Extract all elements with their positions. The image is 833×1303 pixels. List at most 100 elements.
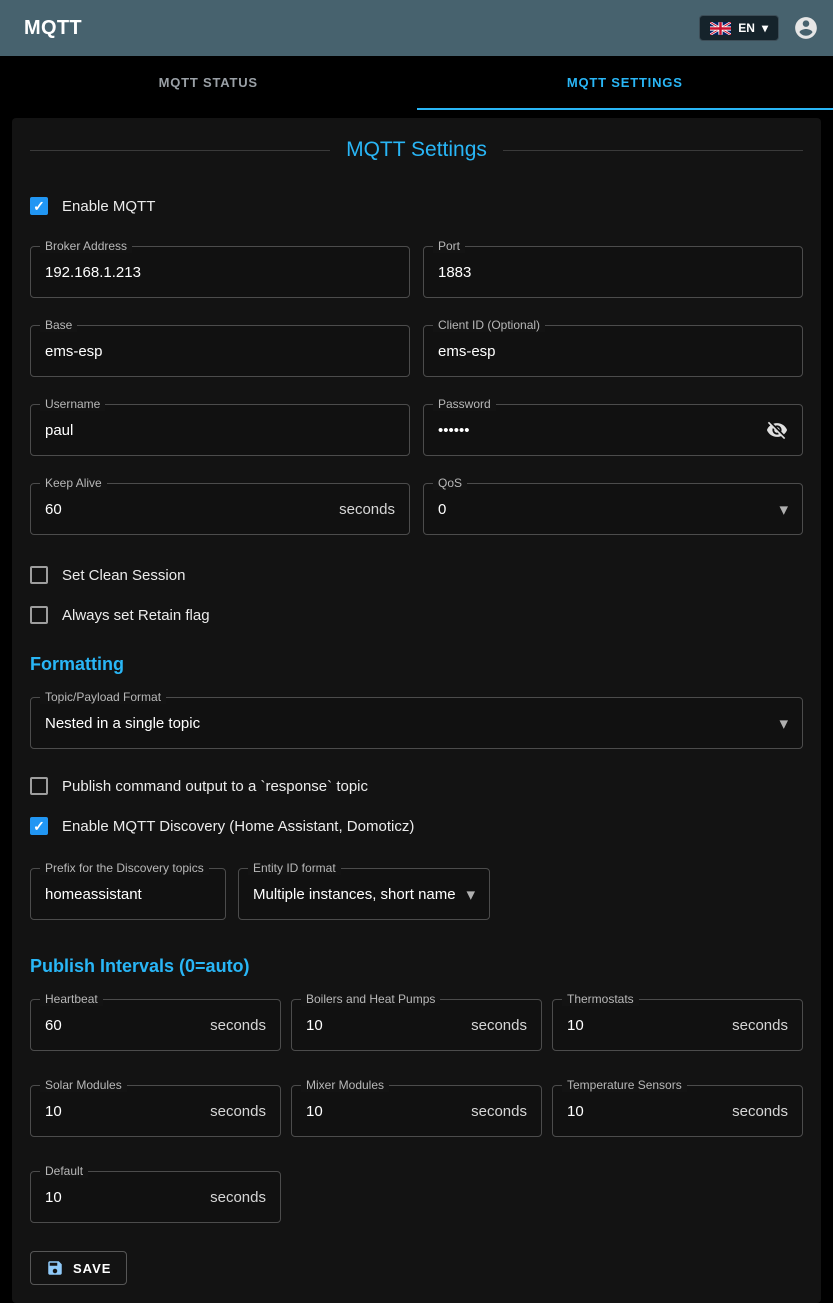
topic-format-value: Nested in a single topic	[45, 715, 771, 732]
app-title: MQTT	[24, 17, 82, 40]
save-icon	[46, 1259, 64, 1277]
mixer-label: Mixer Modules	[301, 1078, 389, 1092]
retain-flag-checkbox[interactable]: Always set Retain flag	[30, 603, 803, 627]
checkbox-checked-icon: ✓	[30, 197, 48, 215]
keep-alive-field[interactable]: Keep Alive 60 seconds	[30, 483, 410, 535]
port-field[interactable]: Port 1883	[423, 246, 803, 298]
temperature-sensors-value: 10	[567, 1103, 724, 1120]
clean-session-label: Set Clean Session	[62, 567, 185, 584]
dropdown-caret-icon: ▾	[466, 886, 475, 903]
publish-intervals-heading: Publish Intervals (0=auto)	[30, 956, 803, 977]
temperature-sensors-interval-field[interactable]: Temperature Sensors 10 seconds	[552, 1085, 803, 1137]
discovery-options-row: Prefix for the Discovery topics homeassi…	[30, 868, 803, 920]
mixer-value: 10	[306, 1103, 463, 1120]
discovery-prefix-label: Prefix for the Discovery topics	[40, 861, 209, 875]
broker-port-row: Broker Address 192.168.1.213 Port 1883	[30, 246, 803, 298]
checkbox-checked-icon: ✓	[30, 817, 48, 835]
default-value: 10	[45, 1189, 202, 1206]
solar-label: Solar Modules	[40, 1078, 127, 1092]
base-clientid-row: Base ems-esp Client ID (Optional) ems-es…	[30, 325, 803, 377]
solar-suffix: seconds	[210, 1103, 266, 1120]
heartbeat-suffix: seconds	[210, 1017, 266, 1034]
mqtt-app: MQTT EN ▾ MQTT STATUS MQTT	[0, 0, 833, 1303]
entity-id-format-select[interactable]: Entity ID format Multiple instances, sho…	[238, 868, 490, 920]
boilers-value: 10	[306, 1017, 463, 1034]
heartbeat-value: 60	[45, 1017, 202, 1034]
divider-line	[30, 150, 330, 151]
qos-select[interactable]: QoS 0 ▾	[423, 483, 803, 535]
mixer-suffix: seconds	[471, 1103, 527, 1120]
password-label: Password	[433, 397, 496, 411]
discovery-prefix-field[interactable]: Prefix for the Discovery topics homeassi…	[30, 868, 226, 920]
qos-value: 0	[438, 501, 771, 518]
keep-alive-suffix: seconds	[339, 501, 395, 518]
base-label: Base	[40, 318, 77, 332]
username-field[interactable]: Username paul	[30, 404, 410, 456]
default-label: Default	[40, 1164, 88, 1178]
discovery-prefix-value: homeassistant	[45, 886, 211, 903]
thermostats-label: Thermostats	[562, 992, 639, 1006]
mqtt-settings-card: MQTT Settings ✓ Enable MQTT Broker Addre…	[12, 118, 821, 1303]
appbar-actions: EN ▾	[699, 15, 819, 41]
language-label: EN	[738, 21, 755, 35]
mqtt-discovery-label: Enable MQTT Discovery (Home Assistant, D…	[62, 818, 414, 835]
boilers-label: Boilers and Heat Pumps	[301, 992, 440, 1006]
chevron-down-icon: ▾	[762, 21, 768, 35]
retain-flag-label: Always set Retain flag	[62, 607, 210, 624]
default-suffix: seconds	[210, 1189, 266, 1206]
formatting-heading: Formatting	[30, 654, 803, 675]
port-value: 1883	[438, 264, 788, 281]
temperature-sensors-label: Temperature Sensors	[562, 1078, 687, 1092]
username-password-row: Username paul Password ••••••	[30, 404, 803, 456]
thermostats-value: 10	[567, 1017, 724, 1034]
thermostats-interval-field[interactable]: Thermostats 10 seconds	[552, 999, 803, 1051]
enable-mqtt-label: Enable MQTT	[62, 198, 155, 215]
topic-format-label: Topic/Payload Format	[40, 690, 166, 704]
keep-alive-label: Keep Alive	[40, 476, 107, 490]
boilers-interval-field[interactable]: Boilers and Heat Pumps 10 seconds	[291, 999, 542, 1051]
save-row: SAVE	[30, 1251, 803, 1285]
heartbeat-label: Heartbeat	[40, 992, 103, 1006]
user-avatar-icon[interactable]	[793, 15, 819, 41]
enable-mqtt-checkbox[interactable]: ✓ Enable MQTT	[30, 194, 803, 218]
broker-address-value: 192.168.1.213	[45, 264, 395, 281]
clean-session-checkbox[interactable]: Set Clean Session	[30, 563, 803, 587]
app-bar: MQTT EN ▾	[0, 0, 833, 56]
broker-address-field[interactable]: Broker Address 192.168.1.213	[30, 246, 410, 298]
publish-intervals-grid: Heartbeat 60 seconds Boilers and Heat Pu…	[30, 999, 803, 1223]
response-topic-checkbox[interactable]: Publish command output to a `response` t…	[30, 774, 803, 798]
topic-payload-format-select[interactable]: Topic/Payload Format Nested in a single …	[30, 697, 803, 749]
keepalive-qos-row: Keep Alive 60 seconds QoS 0 ▾	[30, 483, 803, 535]
client-id-field[interactable]: Client ID (Optional) ems-esp	[423, 325, 803, 377]
base-value: ems-esp	[45, 343, 395, 360]
response-topic-label: Publish command output to a `response` t…	[62, 778, 368, 795]
base-field[interactable]: Base ems-esp	[30, 325, 410, 377]
uk-flag-icon	[710, 22, 731, 35]
solar-interval-field[interactable]: Solar Modules 10 seconds	[30, 1085, 281, 1137]
page-title: MQTT Settings	[346, 138, 487, 162]
dropdown-caret-icon: ▾	[779, 501, 788, 518]
page-title-divider: MQTT Settings	[30, 138, 803, 162]
default-interval-field[interactable]: Default 10 seconds	[30, 1171, 281, 1223]
entity-id-format-value: Multiple instances, short name	[253, 886, 458, 903]
save-button[interactable]: SAVE	[30, 1251, 127, 1285]
heartbeat-interval-field[interactable]: Heartbeat 60 seconds	[30, 999, 281, 1051]
mqtt-discovery-checkbox[interactable]: ✓ Enable MQTT Discovery (Home Assistant,…	[30, 814, 803, 838]
boilers-suffix: seconds	[471, 1017, 527, 1034]
mixer-interval-field[interactable]: Mixer Modules 10 seconds	[291, 1085, 542, 1137]
checkbox-unchecked-icon	[30, 606, 48, 624]
password-value: ••••••	[438, 422, 758, 439]
solar-value: 10	[45, 1103, 202, 1120]
broker-address-label: Broker Address	[40, 239, 132, 253]
port-label: Port	[433, 239, 465, 253]
language-selector-button[interactable]: EN ▾	[699, 15, 779, 41]
visibility-off-icon[interactable]	[766, 419, 788, 441]
tab-mqtt-settings[interactable]: MQTT SETTINGS	[417, 56, 833, 110]
username-value: paul	[45, 422, 395, 439]
keep-alive-value: 60	[45, 501, 331, 518]
password-field[interactable]: Password ••••••	[423, 404, 803, 456]
dropdown-caret-icon: ▾	[779, 715, 788, 732]
client-id-label: Client ID (Optional)	[433, 318, 545, 332]
tab-mqtt-status[interactable]: MQTT STATUS	[0, 56, 417, 110]
qos-label: QoS	[433, 476, 467, 490]
